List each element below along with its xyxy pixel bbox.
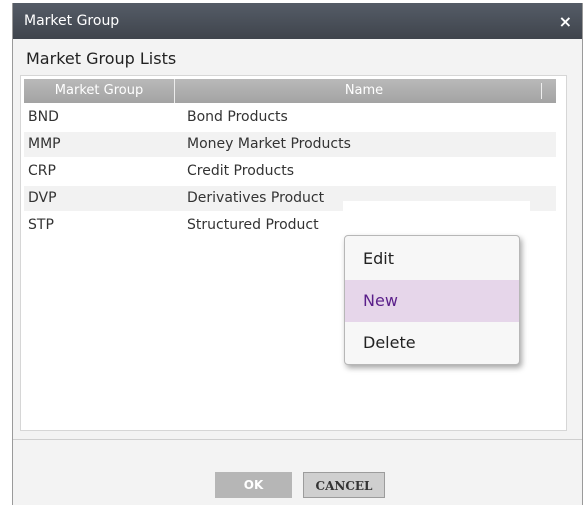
column-header-market-group[interactable]: Market Group [24, 79, 175, 103]
cell-code: BND [28, 109, 59, 125]
context-menu: Edit New Delete [344, 235, 520, 365]
table-row[interactable]: CRP Credit Products [24, 159, 556, 184]
menu-item-delete[interactable]: Delete [345, 322, 519, 364]
cell-name: Derivatives Product [187, 190, 325, 206]
menu-shadow-region [343, 201, 530, 236]
cell-code: DVP [28, 190, 57, 206]
cell-name: Structured Product [187, 217, 319, 233]
column-divider [541, 83, 542, 99]
table-row[interactable]: BND Bond Products [24, 105, 556, 130]
footer-divider [13, 439, 582, 440]
grid-header: Market Group Name [24, 79, 556, 103]
dialog-titlebar: Market Group × [13, 3, 582, 39]
close-icon[interactable]: × [559, 12, 572, 31]
menu-item-new[interactable]: New [345, 280, 519, 322]
ok-button[interactable]: OK [215, 472, 292, 498]
cell-code: MMP [28, 136, 61, 152]
cell-name: Money Market Products [187, 136, 351, 152]
section-title: Market Group Lists [26, 49, 177, 68]
table-row[interactable]: MMP Money Market Products [24, 132, 556, 157]
cell-name: Credit Products [187, 163, 295, 179]
cell-code: STP [28, 217, 54, 233]
column-header-name[interactable]: Name [184, 79, 544, 103]
cancel-button[interactable]: CANCEL [303, 472, 385, 498]
cell-code: CRP [28, 163, 56, 179]
dialog-title: Market Group [24, 13, 120, 29]
cell-name: Bond Products [187, 109, 288, 125]
menu-item-edit[interactable]: Edit [345, 238, 519, 280]
